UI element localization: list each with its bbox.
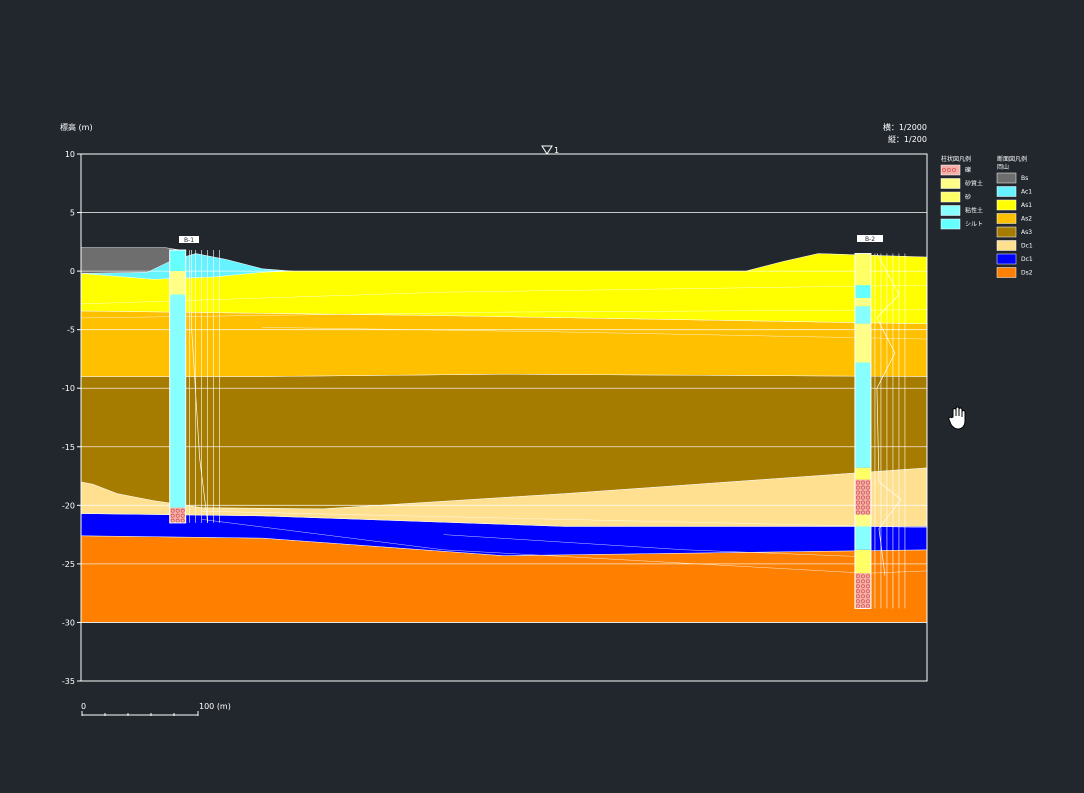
borehole-segment (854, 514, 871, 527)
borehole-tag-left[interactable]: B-1 (179, 236, 199, 244)
section-plot[interactable] (80, 153, 928, 682)
y-tick-label: -15 (62, 443, 75, 452)
y-tick-label: -30 (62, 618, 75, 627)
y-axis: 10 5 0 -5 -10 -15 -20 -25 -30 -35 (62, 150, 81, 686)
y-axis-title: 標高 (m) (60, 122, 93, 132)
borehole-segment (854, 323, 871, 363)
y-tick-label: -35 (62, 677, 75, 686)
y-tick-label: -20 (62, 501, 75, 510)
borehole-segment (169, 250, 186, 272)
borehole-tag-right[interactable]: B-2 (857, 235, 883, 243)
y-tick-label: 10 (65, 150, 75, 159)
legend-label: As1 (1021, 202, 1032, 209)
section-legend-title: 断面図凡例 (997, 155, 1027, 163)
y-tick-label: -10 (62, 384, 75, 393)
legend-swatch (940, 191, 961, 203)
legend-label: 粘性土 (965, 207, 983, 215)
legend-label: シルト (965, 221, 983, 228)
borehole-segment (854, 253, 871, 286)
y-tick-label: 5 (70, 209, 75, 218)
hand-cursor-icon (948, 406, 966, 430)
borehole-tag-left-text: B-1 (184, 237, 194, 244)
section-legend-subtitle: 岡山 (997, 163, 1009, 171)
cross-section-canvas[interactable]: 標高 (m) 横：1/2000 縦：1/200 1 1050-5-10-15-2… (0, 0, 1084, 793)
legend-swatch (996, 213, 1017, 224)
legend-label: 礫 (965, 166, 971, 174)
legend-label: As2 (1021, 216, 1032, 223)
legend-swatch (996, 226, 1017, 238)
legend-label: Dc1 (1021, 243, 1033, 250)
legend-swatch (996, 267, 1017, 278)
horizontal-scale: 横：1/2000 (883, 122, 927, 132)
borehole-segment (854, 306, 871, 324)
legend-swatch (940, 218, 961, 230)
borehole-segment (854, 285, 871, 299)
legend-label: Ds2 (1021, 270, 1033, 277)
legend-label: Ac1 (1021, 189, 1032, 196)
scale-bar-start: 0 (81, 702, 86, 711)
legend-label: As3 (1021, 229, 1032, 236)
borehole-segment (854, 526, 871, 550)
legend-label: Bs (1021, 175, 1028, 182)
legend-swatch (940, 205, 961, 216)
legend-swatch (996, 199, 1017, 211)
y-tick-label: 0 (70, 267, 75, 276)
legend-label: 砂質土 (965, 180, 983, 188)
borehole-segment (854, 298, 871, 307)
borehole-segment (854, 362, 871, 468)
column-legend-title: 柱状図凡例 (941, 155, 971, 163)
legend-label: Dc1 (1021, 256, 1033, 263)
y-tick-label: -25 (62, 560, 75, 569)
legend-swatch (996, 240, 1017, 251)
borehole-segment (854, 467, 871, 480)
borehole-segment (169, 271, 186, 295)
vertical-scale: 縦：1/200 (888, 134, 927, 144)
legend-swatch (996, 253, 1017, 265)
legend-swatch (996, 186, 1017, 197)
legend-swatch (940, 178, 961, 189)
borehole-tag-right-text: B-2 (865, 236, 875, 243)
column-legend: 柱状図凡例 礫砂質土砂粘性土シルト (940, 155, 983, 230)
borehole-segment (169, 507, 186, 523)
section-legend: 断面図凡例 岡山 Bs Ac1 As1 As2 As3 Dc1 Dc1 Ds2 (996, 155, 1033, 278)
borehole-segment (169, 294, 186, 508)
legend-swatch (996, 172, 1017, 184)
scale-bar-end: 100 (m) (199, 702, 231, 711)
borehole-segment (854, 549, 871, 574)
scale-bar: 0 100 (m) (81, 702, 231, 716)
legend-label: 砂 (965, 193, 971, 201)
y-tick-label: -5 (67, 326, 75, 335)
